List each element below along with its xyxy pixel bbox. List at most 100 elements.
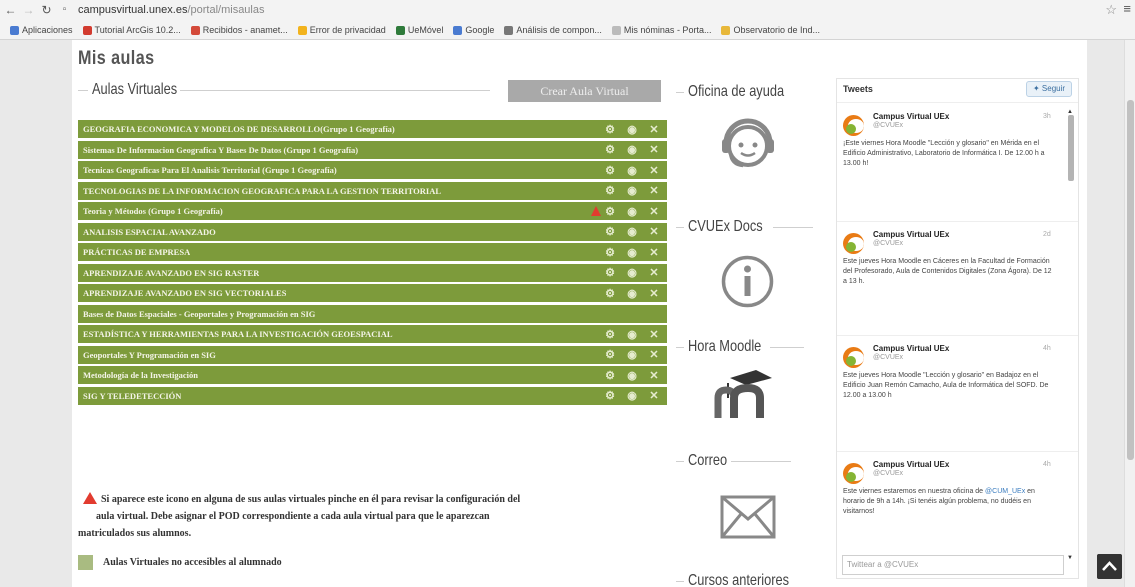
gear-icon[interactable]: ⚙ [599, 328, 621, 341]
course-row[interactable]: ANALISIS ESPACIAL AVANZADO ⚙ ◉ ✕ [78, 222, 667, 241]
cursos-title[interactable]: Cursos anteriores [688, 572, 789, 587]
tweet-date[interactable]: 3h [1043, 113, 1051, 120]
crear-aula-button[interactable]: Crear Aula Virtual [508, 80, 661, 102]
course-name[interactable]: TECNOLOGIAS DE LA INFORMACION GEOGRAFICA… [83, 186, 441, 196]
forward-icon[interactable]: → [21, 2, 36, 18]
back-icon[interactable]: ← [3, 2, 18, 18]
course-name[interactable]: Tecnicas Geograficas Para El Analisis Te… [83, 165, 337, 175]
bookmark-item[interactable]: Análisis de compon... [504, 25, 602, 35]
close-icon[interactable]: ✕ [643, 287, 665, 300]
tweet-handle[interactable]: @CVUEx [873, 354, 903, 361]
close-icon[interactable]: ✕ [643, 205, 665, 218]
course-row[interactable]: ESTADÍSTICA Y HERRAMIENTAS PARA LA INVES… [78, 325, 667, 343]
close-icon[interactable]: ✕ [643, 225, 665, 238]
eye-icon[interactable]: ◉ [621, 225, 643, 238]
bookmark-item[interactable]: UeMóvel [395, 25, 443, 35]
bookmark-item[interactable]: Recibidos - anamet... [190, 25, 288, 35]
close-icon[interactable]: ✕ [643, 389, 665, 402]
course-row[interactable]: SIG Y TELEDETECCIÓN ⚙ ◉ ✕ [78, 386, 667, 405]
tweet-mention-link[interactable]: @CUM_UEx [985, 488, 1025, 495]
tweet-handle[interactable]: @CVUEx [873, 122, 903, 129]
gear-icon[interactable]: ⚙ [599, 143, 621, 156]
course-name[interactable]: Metodología de la Investigación [83, 370, 198, 380]
scroll-down-icon[interactable]: ▼ [1067, 555, 1073, 561]
tweet-compose-input[interactable]: Twittear a @CVUEx [842, 555, 1064, 575]
course-row[interactable]: PRÁCTICAS DE EMPRESA ⚙ ◉ ✕ [78, 243, 667, 261]
bookmark-star-icon[interactable]: ☆ [1105, 2, 1117, 18]
gear-icon[interactable]: ⚙ [599, 246, 621, 259]
bookmark-item[interactable]: Observatorio de Ind... [721, 25, 820, 35]
eye-icon[interactable]: ◉ [621, 164, 643, 177]
close-icon[interactable]: ✕ [643, 328, 665, 341]
tweet-author[interactable]: Campus Virtual UEx [873, 460, 949, 469]
bookmark-item[interactable]: Aplicaciones [10, 25, 73, 35]
course-row[interactable]: Teoria y Métodos (Grupo 1 Geografía) ⚙ ◉ ✕ [78, 202, 667, 220]
tweet-author[interactable]: Campus Virtual UEx [873, 112, 949, 121]
gear-icon[interactable]: ⚙ [599, 225, 621, 238]
course-name[interactable]: APRENDIZAJE AVANZADO EN SIG VECTORIALES [83, 288, 286, 298]
close-icon[interactable]: ✕ [643, 164, 665, 177]
eye-icon[interactable]: ◉ [621, 348, 643, 361]
gear-icon[interactable]: ⚙ [599, 389, 621, 402]
menu-icon[interactable]: ≡ [1123, 1, 1131, 16]
course-row[interactable]: Tecnicas Geograficas Para El Analisis Te… [78, 161, 667, 179]
eye-icon[interactable]: ◉ [621, 287, 643, 300]
close-icon[interactable]: ✕ [643, 246, 665, 259]
eye-icon[interactable]: ◉ [621, 123, 643, 136]
course-row[interactable]: TECNOLOGIAS DE LA INFORMACION GEOGRAFICA… [78, 181, 667, 200]
gear-icon[interactable]: ⚙ [599, 164, 621, 177]
tweets-scrollbar[interactable]: ▲ ▼ [1067, 109, 1074, 564]
course-name[interactable]: Geoportales Y Programación en SIG [83, 350, 216, 360]
info-icon[interactable] [720, 254, 775, 309]
course-row[interactable]: Bases de Datos Espaciales - Geoportales … [78, 304, 667, 323]
course-name[interactable]: PRÁCTICAS DE EMPRESA [83, 247, 190, 257]
course-name[interactable]: ESTADÍSTICA Y HERRAMIENTAS PARA LA INVES… [83, 329, 393, 339]
eye-icon[interactable]: ◉ [621, 184, 643, 197]
follow-button[interactable]: ✦ Seguir [1026, 81, 1072, 97]
tweet-date[interactable]: 2d [1043, 231, 1051, 238]
course-row[interactable]: APRENDIZAJE AVANZADO EN SIG RASTER ⚙ ◉ ✕ [78, 263, 667, 282]
course-name[interactable]: SIG Y TELEDETECCIÓN [83, 391, 181, 401]
tweet-author[interactable]: Campus Virtual UEx [873, 230, 949, 239]
course-row[interactable]: GEOGRAFIA ECONOMICA Y MODELOS DE DESARRO… [78, 120, 667, 138]
gear-icon[interactable]: ⚙ [599, 369, 621, 382]
tweet-author[interactable]: Campus Virtual UEx [873, 344, 949, 353]
course-name[interactable]: Bases de Datos Espaciales - Geoportales … [83, 309, 315, 319]
course-name[interactable]: APRENDIZAJE AVANZADO EN SIG RASTER [83, 268, 259, 278]
course-name[interactable]: ANALISIS ESPACIAL AVANZADO [83, 227, 216, 237]
eye-icon[interactable]: ◉ [621, 389, 643, 402]
bookmark-item[interactable]: Tutorial ArcGis 10.2... [82, 25, 181, 35]
course-row[interactable]: Metodología de la Investigación ⚙ ◉ ✕ [78, 366, 667, 384]
gear-icon[interactable]: ⚙ [599, 287, 621, 300]
eye-icon[interactable]: ◉ [621, 369, 643, 382]
scroll-top-button[interactable] [1097, 554, 1122, 579]
campus-logo-avatar[interactable] [843, 347, 864, 368]
campus-logo-avatar[interactable] [843, 463, 864, 484]
mail-icon[interactable] [720, 495, 776, 539]
campus-logo-avatar[interactable] [843, 233, 864, 254]
close-icon[interactable]: ✕ [643, 266, 665, 279]
close-icon[interactable]: ✕ [643, 369, 665, 382]
course-row[interactable]: Geoportales Y Programación en SIG ⚙ ◉ ✕ [78, 345, 667, 364]
course-name[interactable]: GEOGRAFIA ECONOMICA Y MODELOS DE DESARRO… [83, 124, 395, 134]
eye-icon[interactable]: ◉ [621, 246, 643, 259]
gear-icon[interactable]: ⚙ [599, 266, 621, 279]
bookmark-item[interactable]: Error de privacidad [297, 25, 386, 35]
moodle-icon[interactable] [712, 368, 782, 420]
url-field[interactable]: campusvirtual.unex.es/portal/misaulas [78, 4, 265, 16]
eye-icon[interactable]: ◉ [621, 143, 643, 156]
eye-icon[interactable]: ◉ [621, 205, 643, 218]
gear-icon[interactable]: ⚙ [599, 348, 621, 361]
close-icon[interactable]: ✕ [643, 143, 665, 156]
course-name[interactable]: Teoria y Métodos (Grupo 1 Geografía) [83, 206, 223, 216]
tweet-handle[interactable]: @CVUEx [873, 240, 903, 247]
headset-icon[interactable] [717, 113, 779, 175]
tweet-date[interactable]: 4h [1043, 345, 1051, 352]
close-icon[interactable]: ✕ [643, 348, 665, 361]
tweet-date[interactable]: 4h [1043, 461, 1051, 468]
course-name[interactable]: Sistemas De Informacion Geografica Y Bas… [83, 145, 358, 155]
campus-logo-avatar[interactable] [843, 115, 864, 136]
close-icon[interactable]: ✕ [643, 184, 665, 197]
course-row[interactable]: Sistemas De Informacion Geografica Y Bas… [78, 140, 667, 159]
gear-icon[interactable]: ⚙ [599, 205, 621, 218]
